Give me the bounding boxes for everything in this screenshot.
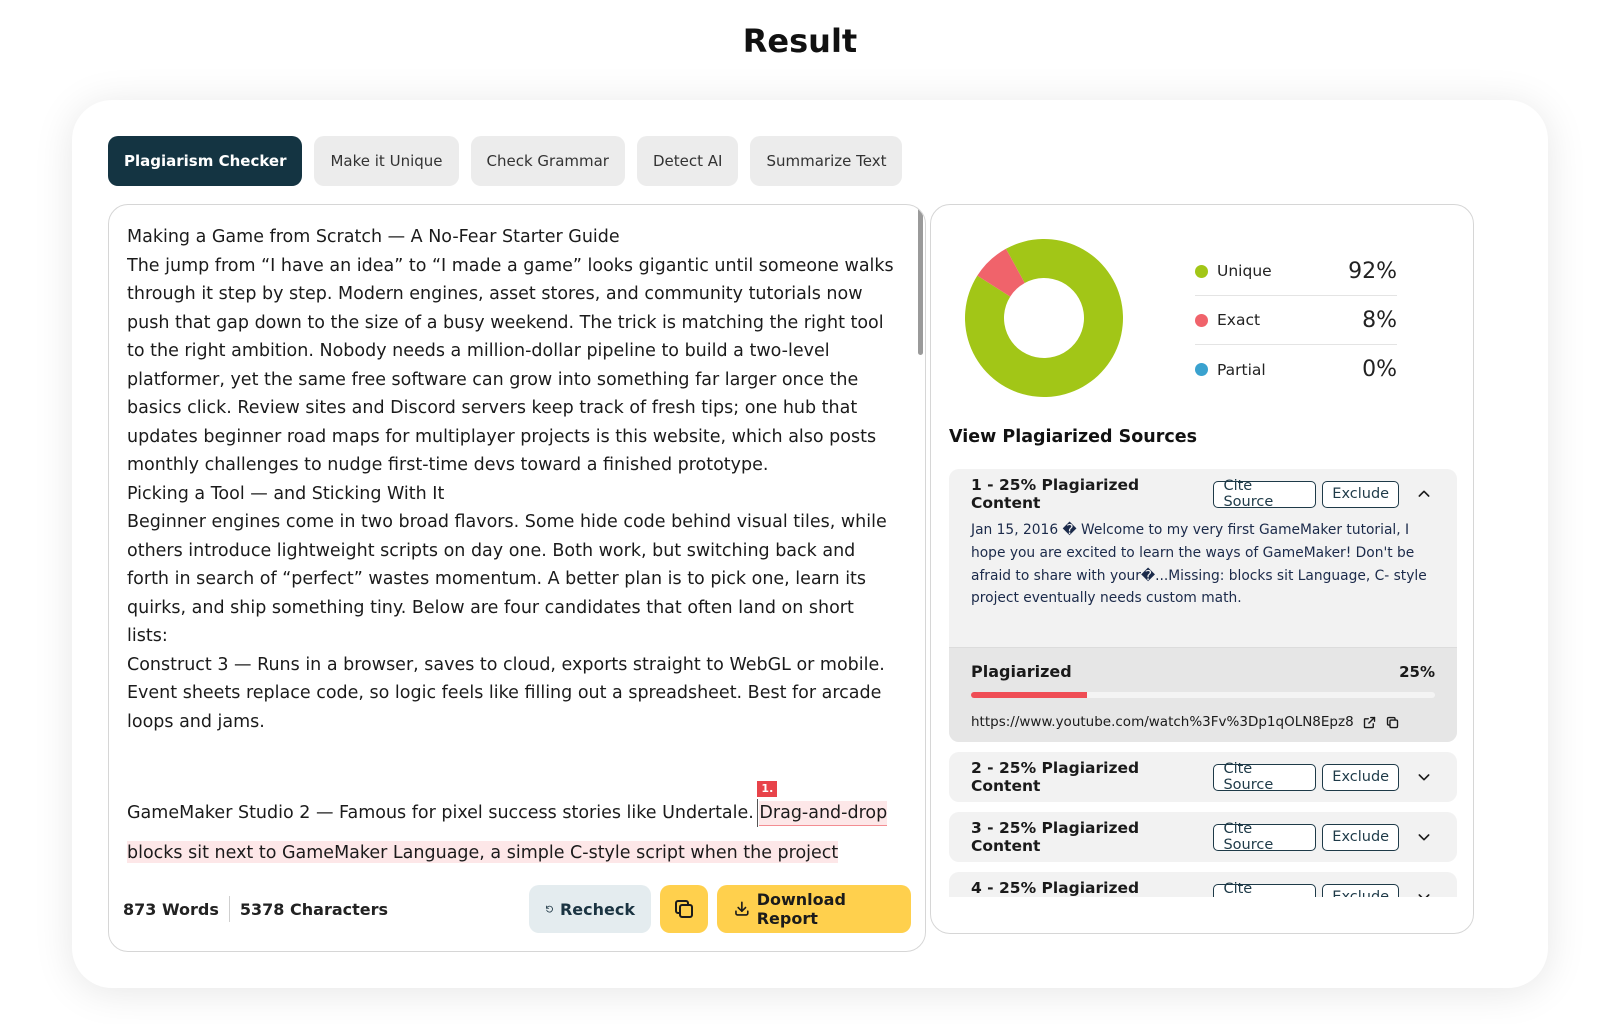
recheck-button[interactable]: Recheck — [529, 885, 651, 933]
text-editor[interactable]: Making a Game from Scratch — A No-Fear S… — [108, 204, 926, 952]
progress-fill — [971, 692, 1087, 698]
sources-list[interactable]: 1 - 25% Plagiarized Content Cite Source … — [949, 469, 1457, 897]
legend-row-partial: Partial 0% — [1195, 345, 1397, 394]
source-title: 2 - 25% Plagiarized Content — [971, 759, 1140, 795]
recheck-label: Recheck — [559, 899, 635, 919]
copy-link-icon[interactable] — [1385, 715, 1400, 730]
cite-source-button[interactable]: Cite Source — [1213, 761, 1317, 793]
tab-make-it-unique[interactable]: Make it Unique — [314, 136, 459, 186]
download-icon — [735, 901, 749, 916]
unique-dot — [1195, 264, 1208, 278]
cite-source-button[interactable]: Cite Source — [1213, 881, 1317, 897]
source-url[interactable]: https://www.youtube.com/watch%3Fv%3Dp1qO… — [971, 714, 1354, 730]
source-card: 2 - 25% Plagiarized Content Cite Source … — [949, 752, 1457, 802]
score-donut-chart — [965, 239, 1123, 397]
editor-paragraph: Construct 3 — Runs in a browser, saves t… — [127, 654, 885, 732]
exclude-button[interactable]: Exclude — [1322, 823, 1400, 851]
page-title: Result — [742, 22, 858, 60]
editor-paragraph: Picking a Tool — and Sticking With It — [127, 483, 445, 504]
source-card: 3 - 25% Plagiarized Content Cite Source … — [949, 812, 1457, 862]
legend-row-exact: Exact 8% — [1195, 296, 1397, 345]
source-header[interactable]: 3 - 25% Plagiarized Content Cite Source … — [949, 812, 1457, 862]
plagiarized-label: Plagiarized — [971, 662, 1072, 681]
word-count: 873 Words — [123, 899, 219, 919]
editor-paragraph: The jump from “I have an idea” to “I mad… — [127, 255, 894, 476]
copy-button[interactable] — [660, 885, 708, 933]
unique-score: 92% — [1348, 258, 1397, 284]
exact-score: 8% — [1362, 307, 1397, 333]
chevron-down-icon[interactable] — [1413, 886, 1435, 897]
editor-content[interactable]: Making a Game from Scratch — A No-Fear S… — [127, 223, 897, 863]
chevron-down-icon[interactable] — [1413, 766, 1435, 788]
cite-source-button[interactable]: Cite Source — [1213, 478, 1317, 510]
results-panel: Unique 92% Exact 8% Partial 0% View Plag… — [930, 204, 1474, 934]
refresh-icon — [546, 905, 553, 913]
tab-summarize-text[interactable]: Summarize Text — [750, 136, 903, 186]
partial-dot — [1195, 363, 1208, 376]
text-stats: 873 Words 5378 Characters — [123, 896, 388, 922]
legend-row-unique: Unique 92% — [1195, 247, 1397, 296]
tab-check-grammar[interactable]: Check Grammar — [470, 136, 625, 186]
editor-footer: 873 Words 5378 Characters Recheck Downlo… — [109, 867, 925, 951]
divider — [228, 896, 230, 922]
editor-paragraph: Making a Game from Scratch — A No-Fear S… — [127, 227, 620, 247]
exact-dot — [1195, 313, 1208, 327]
source-header[interactable]: 2 - 25% Plagiarized Content Cite Source … — [949, 752, 1457, 802]
scrollbar-thumb[interactable] — [918, 207, 923, 355]
source-title: 4 - 25% Plagiarized Content — [971, 879, 1140, 897]
source-header[interactable]: 1 - 25% Plagiarized Content Cite Source … — [949, 469, 1457, 519]
editor-scrollbar[interactable] — [915, 205, 925, 855]
cite-source-button[interactable]: Cite Source — [1213, 821, 1317, 853]
highlight-marker: 1. — [757, 781, 778, 797]
source-title: 3 - 25% Plagiarized Content — [971, 819, 1140, 855]
source-meta: Plagiarized 25% https://www.youtube.com/… — [949, 647, 1457, 742]
partial-score: 0% — [1362, 357, 1397, 382]
legend-label: Unique — [1217, 262, 1272, 280]
tab-detect-ai[interactable]: Detect AI — [636, 136, 739, 186]
copy-icon — [675, 900, 693, 918]
chevron-down-icon[interactable] — [1413, 826, 1435, 848]
text-cursor — [757, 799, 759, 827]
plagiarized-progress-bar — [971, 692, 1435, 698]
legend-label: Exact — [1217, 311, 1261, 329]
source-header[interactable]: 4 - 25% Plagiarized Content Cite Source … — [949, 872, 1457, 897]
download-label: Download Report — [756, 890, 846, 928]
plagiarized-percent: 25% — [1399, 662, 1435, 681]
editor-text-plain: GameMaker Studio 2 — Famous for pixel su… — [127, 803, 760, 823]
legend-label: Partial — [1217, 360, 1266, 379]
exclude-button[interactable]: Exclude — [1322, 480, 1400, 508]
source-card: 1 - 25% Plagiarized Content Cite Source … — [949, 469, 1457, 742]
exclude-button[interactable]: Exclude — [1322, 763, 1400, 791]
tab-plagiarism-checker[interactable]: Plagiarism Checker — [108, 136, 303, 186]
sources-heading: View Plagiarized Sources — [949, 427, 1198, 447]
source-snippet: Jan 15, 2016 � Welcome to my very first … — [971, 522, 1427, 607]
editor-paragraph: Beginner engines come in two broad flavo… — [127, 512, 887, 646]
external-link-icon[interactable] — [1362, 715, 1377, 730]
tool-tabs: Plagiarism Checker Make it Unique Check … — [108, 136, 903, 186]
exclude-button[interactable]: Exclude — [1322, 883, 1400, 897]
character-count: 5378 Characters — [239, 899, 389, 919]
source-card: 4 - 25% Plagiarized Content Cite Source … — [949, 872, 1457, 897]
score-legend: Unique 92% Exact 8% Partial 0% — [1195, 247, 1397, 394]
editor-paragraph: GameMaker Studio 2 — Famous for pixel su… — [127, 781, 897, 863]
source-title: 1 - 25% Plagiarized Content — [971, 476, 1140, 512]
chevron-up-icon[interactable] — [1413, 483, 1435, 505]
result-card: Plagiarism Checker Make it Unique Check … — [72, 100, 1548, 988]
download-report-button[interactable]: Download Report — [717, 885, 911, 933]
